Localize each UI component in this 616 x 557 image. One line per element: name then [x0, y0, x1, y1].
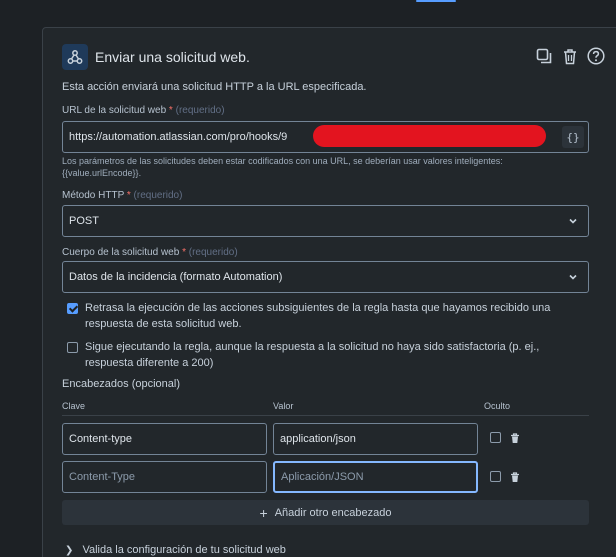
smart-value-button[interactable]: {}: [562, 126, 584, 148]
continue-on-error-label: Sigue ejecutando la regla, aunque la res…: [85, 341, 540, 369]
column-value: Valor: [273, 401, 294, 411]
new-header-value-input[interactable]: Aplicación/JSON: [273, 461, 478, 493]
wait-response-checkbox[interactable]: [67, 303, 78, 314]
request-body-value: Datos de la incidencia (formato Automati…: [69, 271, 283, 283]
headers-table-header: Clave Valor Oculto: [62, 398, 589, 416]
top-tab-indicator: [416, 0, 456, 2]
panel-description: Esta acción enviará una solicitud HTTP a…: [62, 81, 367, 93]
continue-on-error-checkbox[interactable]: [67, 342, 78, 353]
plus-icon: +: [259, 504, 268, 521]
validate-config-label: Valida la configuración de tu solicitud …: [82, 544, 286, 556]
panel-header: Enviar una solicitud web.: [62, 43, 616, 73]
header-value-input[interactable]: application/json: [273, 423, 478, 455]
validate-config-toggle[interactable]: ❯ Valida la configuración de tu solicitu…: [65, 544, 286, 556]
trash-icon[interactable]: [559, 45, 581, 67]
request-body-select[interactable]: Datos de la incidencia (formato Automati…: [62, 261, 589, 293]
redaction-mark: [313, 125, 546, 147]
delete-header-icon[interactable]: [510, 431, 520, 449]
panel-title: Enviar una solicitud web.: [95, 49, 250, 65]
duplicate-icon[interactable]: [533, 45, 555, 67]
webhook-icon: [62, 44, 88, 70]
send-web-request-panel: Enviar una solicitud web. Esta acción en…: [42, 27, 616, 557]
column-hidden: Oculto: [484, 401, 511, 411]
url-input-value: https://automation.atlassian.com/pro/hoo…: [69, 131, 288, 143]
body-label: Cuerpo de la solicitud web * (requerido): [62, 247, 238, 258]
chevron-down-icon: [568, 216, 578, 229]
http-method-select[interactable]: POST: [62, 205, 589, 237]
method-label: Método HTTP * (requerido): [62, 190, 183, 201]
help-icon[interactable]: [585, 45, 607, 67]
new-header-key-input[interactable]: Content-Type: [62, 461, 267, 493]
http-method-value: POST: [69, 215, 99, 227]
url-input[interactable]: https://automation.atlassian.com/pro/hoo…: [62, 121, 589, 153]
header-key-input[interactable]: Content-type: [62, 423, 267, 455]
header-hidden-checkbox[interactable]: [490, 432, 501, 443]
chevron-down-icon: [568, 272, 578, 285]
delete-new-header-icon[interactable]: [510, 470, 520, 488]
add-header-label: Añadir otro encabezado: [274, 506, 392, 519]
add-header-button[interactable]: + Añadir otro encabezado: [62, 500, 589, 525]
column-key: Clave: [62, 401, 86, 411]
chevron-right-icon: ❯: [65, 545, 74, 556]
url-helper-text: Los parámetros de las solicitudes deben …: [62, 156, 503, 178]
wait-response-label: Retrasa la ejecución de las acciones sub…: [85, 302, 551, 330]
url-label: URL de la solicitud web * (requerido): [62, 105, 225, 116]
new-header-hidden-checkbox[interactable]: [490, 471, 501, 482]
headers-section-title: Encabezados (opcional): [62, 378, 181, 390]
